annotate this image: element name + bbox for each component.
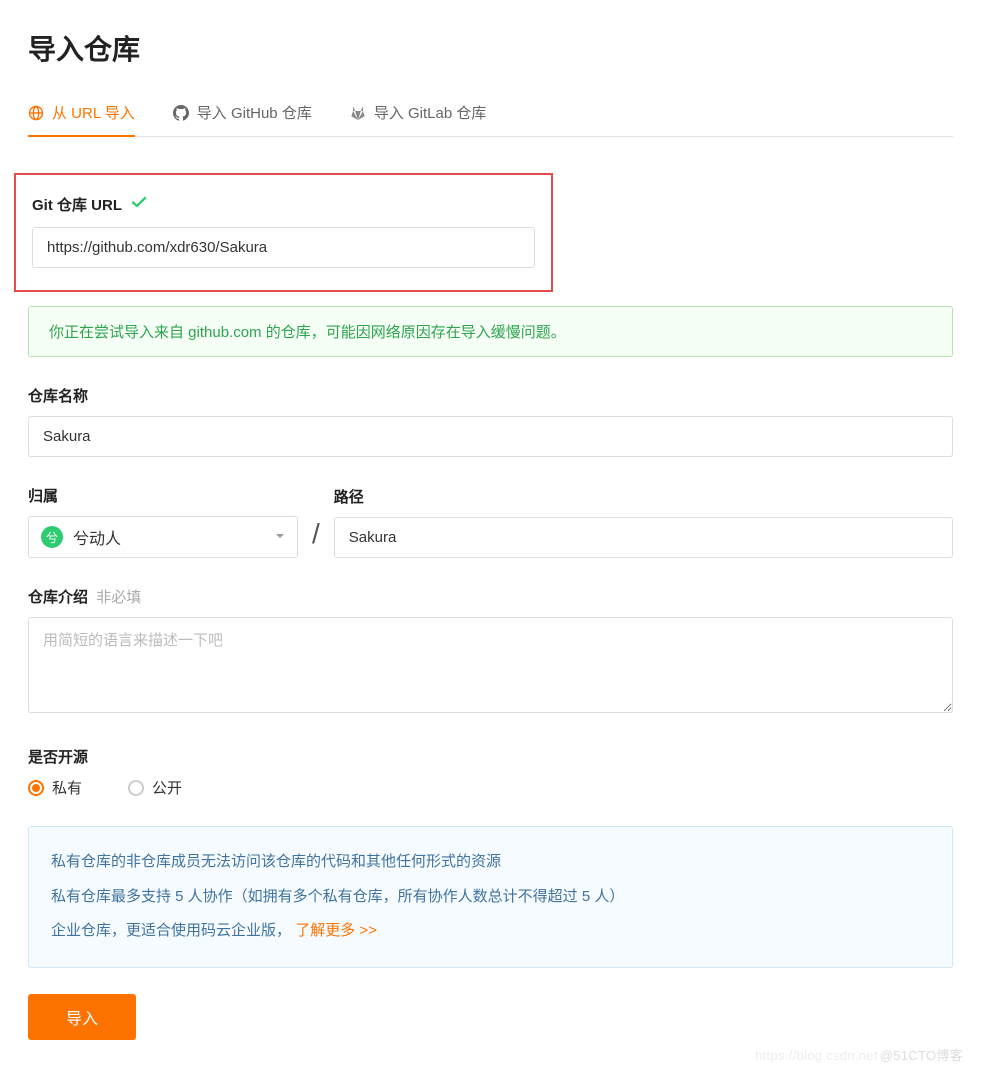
radio-label: 公开 [152,777,182,798]
description-textarea[interactable] [28,617,953,713]
owner-label: 归属 [28,485,298,506]
info-line: 私有仓库的非仓库成员无法访问该仓库的代码和其他任何形式的资源 [51,845,930,880]
import-tabs: 从 URL 导入 导入 GitHub 仓库 导入 GitLab 仓库 [28,92,953,137]
tab-label: 从 URL 导入 [52,102,135,123]
radio-icon [128,780,144,796]
radio-private[interactable]: 私有 [28,777,82,798]
git-url-label: Git 仓库 URL [32,194,122,215]
github-icon [173,105,189,121]
description-optional: 非必填 [96,589,141,606]
alert-import-slow: 你正在尝试导入来自 github.com 的仓库，可能因网络原因存在导入缓慢问题… [28,306,953,357]
git-url-input[interactable] [32,227,535,268]
description-label: 仓库介绍 [28,589,88,606]
tab-import-github[interactable]: 导入 GitHub 仓库 [173,92,312,137]
path-separator: / [312,518,320,558]
tab-label: 导入 GitHub 仓库 [197,102,312,123]
radio-public[interactable]: 公开 [128,777,182,798]
info-line-enterprise: 企业仓库，更适合使用码云企业版， 了解更多 >> [51,914,930,949]
owner-name: 兮动人 [73,525,121,549]
repo-name-input[interactable] [28,416,953,457]
radio-icon [28,780,44,796]
tab-label: 导入 GitLab 仓库 [374,102,487,123]
chevron-down-icon [275,528,285,546]
radio-label: 私有 [52,777,82,798]
tab-import-url[interactable]: 从 URL 导入 [28,92,135,137]
private-info-panel: 私有仓库的非仓库成员无法访问该仓库的代码和其他任何形式的资源 私有仓库最多支持 … [28,826,953,968]
import-button[interactable]: 导入 [28,994,136,1040]
owner-avatar: 兮 [41,526,63,548]
page-title: 导入仓库 [28,28,953,68]
info-line: 私有仓库最多支持 5 人协作（如拥有多个私有仓库，所有协作人数总计不得超过 5 … [51,880,930,915]
gitlab-icon [350,105,366,121]
checkmark-icon [130,193,148,215]
git-url-highlight: Git 仓库 URL [14,173,553,292]
tab-import-gitlab[interactable]: 导入 GitLab 仓库 [350,92,487,137]
owner-select[interactable]: 兮 兮动人 [28,516,298,558]
path-input[interactable] [334,517,953,558]
visibility-label: 是否开源 [28,746,953,767]
globe-icon [28,105,44,121]
learn-more-link[interactable]: 了解更多 >> [295,922,377,939]
repo-name-label: 仓库名称 [28,385,953,406]
path-label: 路径 [334,486,953,507]
